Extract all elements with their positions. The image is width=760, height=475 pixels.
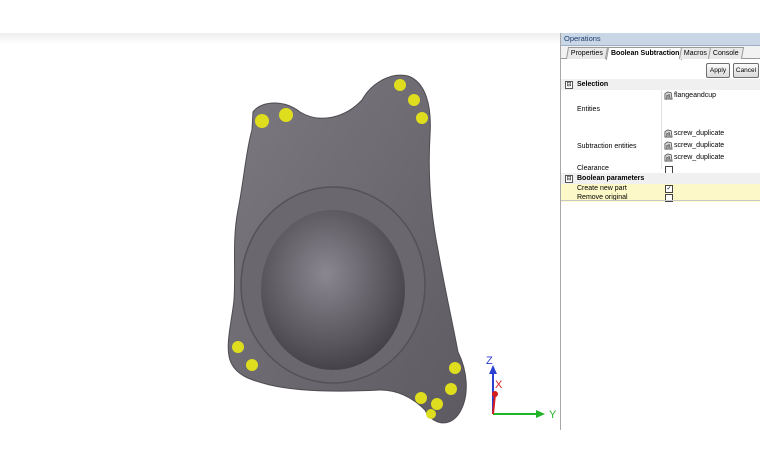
part-icon	[664, 153, 673, 162]
screw-marker	[255, 114, 269, 128]
axis-z-label: Z	[486, 355, 493, 367]
panel-tabs: Properties Boolean Subtraction Macros Co…	[561, 46, 760, 60]
screw-marker	[232, 341, 244, 353]
create-new-part-label: Create new part	[577, 185, 627, 192]
cancel-button[interactable]: Cancel	[733, 63, 759, 78]
subtraction-entity[interactable]: screw_duplicate	[664, 152, 724, 163]
cup-cavity	[261, 210, 405, 370]
axis-x-label: X	[495, 379, 503, 391]
part-icon	[664, 91, 673, 100]
subtraction-entity-text: screw_duplicate	[674, 142, 725, 149]
screw-marker	[279, 108, 293, 122]
screw-marker	[408, 94, 420, 106]
subtraction-entity[interactable]: screw_duplicate	[664, 128, 724, 139]
section-selection[interactable]: ⊟ Selection	[561, 79, 760, 90]
operations-panel: Operations Properties Boolean Subtractio…	[560, 33, 760, 430]
screw-marker	[415, 392, 427, 404]
screw-marker	[394, 79, 406, 91]
model-render[interactable]: Z X Y	[0, 0, 560, 430]
collapse-icon[interactable]: ⊟	[565, 81, 573, 89]
screw-marker	[426, 409, 436, 419]
subtraction-entity-text: screw_duplicate	[674, 130, 725, 137]
section-boolean-parameters[interactable]: ⊟ Boolean parameters	[561, 173, 760, 184]
screw-marker	[445, 383, 457, 395]
create-new-part-row[interactable]: Create new part ✓	[561, 184, 760, 193]
axis-triad: Z X Y	[486, 355, 557, 421]
tab-macros[interactable]: Macros	[678, 47, 713, 59]
entities-value[interactable]: flangeandcup	[664, 90, 716, 101]
clearance-label: Clearance	[577, 165, 609, 172]
section-boolean-label: Boolean parameters	[577, 175, 645, 182]
create-new-part-checkbox[interactable]: ✓	[665, 185, 673, 193]
section-selection-label: Selection	[577, 81, 609, 88]
subtraction-entities-label: Subtraction entities	[577, 143, 637, 150]
grid-bottom-border	[561, 200, 760, 201]
subtraction-entity-text: screw_duplicate	[674, 154, 725, 161]
entities-label: Entities	[577, 106, 600, 113]
screw-marker	[431, 398, 443, 410]
screw-marker	[449, 362, 461, 374]
collapse-icon[interactable]: ⊟	[565, 175, 573, 183]
screw-marker	[246, 359, 258, 371]
panel-title: Operations	[561, 33, 760, 46]
entities-value-text: flangeandcup	[674, 92, 717, 99]
subtraction-entity[interactable]: screw_duplicate	[664, 140, 724, 151]
axis-y-label: Y	[549, 409, 557, 421]
apply-button[interactable]: Apply	[706, 63, 730, 78]
part-icon	[664, 129, 673, 138]
screw-marker	[416, 112, 428, 124]
part-icon	[664, 141, 673, 150]
grid-divider	[661, 90, 662, 169]
tab-properties[interactable]: Properties	[565, 47, 608, 59]
property-grid: ⊟ Selection Entities flangeandcup Subtra…	[561, 79, 760, 249]
tab-console[interactable]: Console	[707, 47, 744, 59]
